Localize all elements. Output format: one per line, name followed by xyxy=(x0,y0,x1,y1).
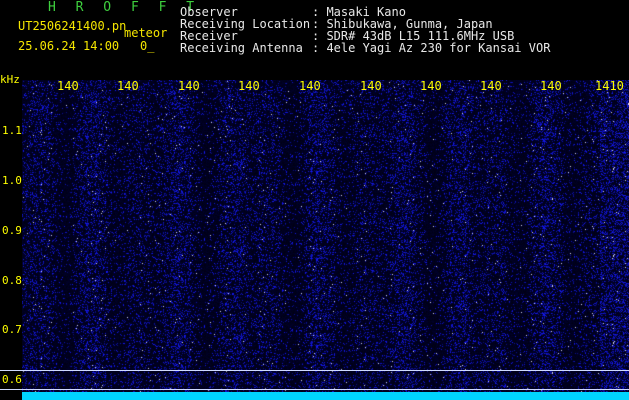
antenna-label: Receiving Antenna xyxy=(180,41,303,55)
y-tick: 0.9 xyxy=(2,224,22,237)
y-tick: 0.6 xyxy=(2,373,22,386)
datetime-label: 25.06.24 14:00 xyxy=(18,39,120,53)
x-tick: 1410 xyxy=(595,79,624,93)
signal-band xyxy=(22,392,629,400)
x-tick: 140 xyxy=(178,79,200,93)
y-tick: 1.1 xyxy=(2,124,22,137)
filename-label: UT2506241400.pn xyxy=(18,19,127,33)
x-tick: 140 xyxy=(420,79,442,93)
app-title: H R O F F T xyxy=(48,0,201,15)
x-tick: 140 xyxy=(480,79,502,93)
x-tick: 140 xyxy=(117,79,139,93)
mode-label: meteor xyxy=(124,26,168,40)
x-tick: 140 xyxy=(360,79,382,93)
count-label: 0_ xyxy=(140,39,155,53)
reference-line-lower xyxy=(0,389,629,390)
antenna-value: : 4ele Yagi Az 230 for Kansai VOR xyxy=(312,41,551,55)
y-tick: 1.0 xyxy=(2,174,22,187)
x-tick: 140 xyxy=(299,79,321,93)
y-tick: 0.7 xyxy=(2,323,22,336)
y-axis-unit: kHz xyxy=(0,73,20,86)
x-tick: 140 xyxy=(238,79,260,93)
x-tick: 140 xyxy=(57,79,79,93)
x-tick: 140 xyxy=(540,79,562,93)
y-tick: 0.8 xyxy=(2,274,22,287)
reference-line-upper xyxy=(0,370,629,371)
spectrogram-canvas xyxy=(22,80,629,392)
spectrogram xyxy=(22,80,629,392)
